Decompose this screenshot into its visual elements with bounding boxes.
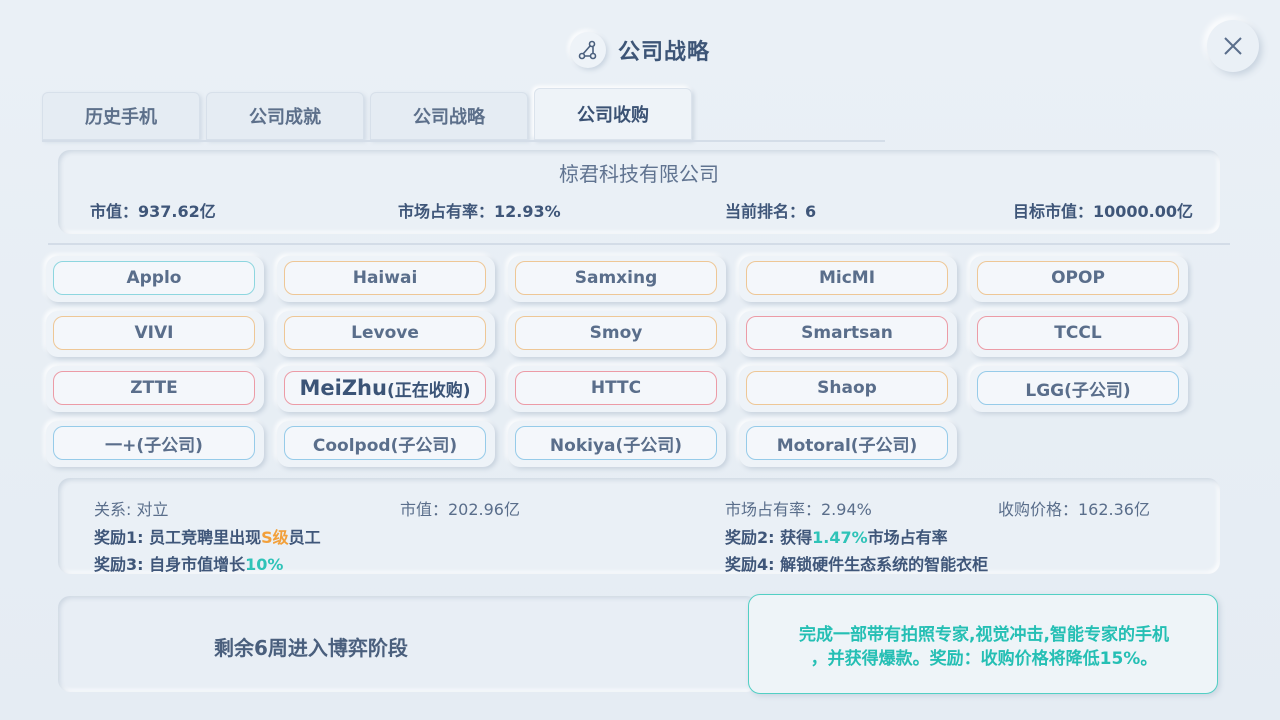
company-label: Smoy <box>515 316 717 350</box>
company-card-applo[interactable]: Applo <box>46 256 264 302</box>
tab-bar: 历史手机 公司成就 公司战略 公司收购 <box>42 88 692 140</box>
reward-1-highlight: S级 <box>261 528 289 547</box>
task-description: 完成一部带有拍照专家,视觉冲击,智能专家的手机 ，并获得爆款。奖励：收购价格将降… <box>759 623 1209 671</box>
acquiring-status: (正在收购) <box>386 380 471 401</box>
company-label: Motoral(子公司) <box>746 426 948 460</box>
reward-1-suffix: 员工 <box>288 528 321 547</box>
reward-2: 奖励2: 获得1.47%市场占有率 <box>725 524 948 548</box>
page-title: 公司战略 <box>617 40 710 65</box>
reward-2-suffix: 市场占有率 <box>867 528 948 547</box>
close-icon <box>1224 37 1242 55</box>
company-label: OPOP <box>977 261 1179 295</box>
reward-2-highlight: 1.47% <box>812 528 868 547</box>
target-market-value: 目标市值：10000.00亿 <box>1013 202 1194 221</box>
reward-2-text: 奖励2: 获得 <box>725 528 813 547</box>
company-label: Samxing <box>515 261 717 295</box>
company-label: Shaop <box>746 371 948 405</box>
company-label: 一+(子公司) <box>53 426 255 460</box>
reward-1: 奖励1: 员工竞聘里出现S级员工 <box>94 524 321 548</box>
current-rank: 当前排名：6 <box>725 202 817 221</box>
reward-4: 奖励4: 解锁硬件生态系统的智能衣柜 <box>725 555 989 574</box>
company-card-coolpod[interactable]: Coolpod(子公司) <box>277 421 495 467</box>
acquisition-price: 收购价格：162.36亿 <box>998 500 1150 519</box>
company-label: Coolpod(子公司) <box>284 426 486 460</box>
reward-3-highlight: 10% <box>245 555 284 574</box>
task-line-2: ，并获得爆款。奖励：收购价格将降低15%。 <box>810 649 1158 669</box>
company-card-httc[interactable]: HTTC <box>508 366 726 412</box>
company-name-text: MeiZhu <box>299 376 387 400</box>
company-label: LGG(子公司) <box>977 371 1179 405</box>
tab-underline <box>42 140 885 142</box>
company-label: VIVI <box>53 316 255 350</box>
tab-company-acquisition[interactable]: 公司收购 <box>534 88 692 140</box>
target-market-value: 市值：202.96亿 <box>400 500 520 519</box>
company-card-motoral[interactable]: Motoral(子公司) <box>739 421 957 467</box>
company-card-tccl[interactable]: TCCL <box>970 311 1188 357</box>
company-card-shaop[interactable]: Shaop <box>739 366 957 412</box>
reward-3-text: 奖励3: 自身市值增长 <box>94 555 246 574</box>
tab-company-achievements[interactable]: 公司成就 <box>206 92 364 140</box>
phase-panel: 剩余6周进入博弈阶段 <box>58 596 758 692</box>
company-card-smoy[interactable]: Smoy <box>508 311 726 357</box>
company-label: MicMI <box>746 261 948 295</box>
company-card-nokiya[interactable]: Nokiya(子公司) <box>508 421 726 467</box>
company-label: TCCL <box>977 316 1179 350</box>
tab-history-phones[interactable]: 历史手机 <box>42 92 200 140</box>
company-card-ztte[interactable]: ZTTE <box>46 366 264 412</box>
divider <box>48 243 1230 245</box>
company-label: ZTTE <box>53 371 255 405</box>
company-card-lgg[interactable]: LGG(子公司) <box>970 366 1188 412</box>
market-value: 市值：937.62亿 <box>90 202 216 221</box>
company-card-micmi[interactable]: MicMI <box>739 256 957 302</box>
company-card-smartsan[interactable]: Smartsan <box>739 311 957 357</box>
company-card-oneplus[interactable]: 一+(子公司) <box>46 421 264 467</box>
company-card-haiwai[interactable]: Haiwai <box>277 256 495 302</box>
strategy-icon <box>569 32 606 68</box>
acquisition-screen: 公司战略 历史手机 公司成就 公司战略 公司收购 椋君科技有限公司 市值：937… <box>0 0 1280 720</box>
company-card-opop[interactable]: OPOP <box>970 256 1188 302</box>
company-card-meizhu[interactable]: MeiZhu (正在收购) <box>277 366 495 412</box>
header: 公司战略 <box>0 28 1280 72</box>
company-label: HTTC <box>515 371 717 405</box>
company-card-levove[interactable]: Levove <box>277 311 495 357</box>
relation: 关系: 对立 <box>94 500 169 519</box>
company-name: 椋君科技有限公司 <box>559 162 719 186</box>
acquisition-detail-panel: 关系: 对立 市值：202.96亿 市场占有率：2.94% 收购价格：162.3… <box>58 478 1220 574</box>
company-label: Applo <box>53 261 255 295</box>
company-card-vivi[interactable]: VIVI <box>46 311 264 357</box>
close-button[interactable] <box>1207 20 1259 72</box>
company-info-panel: 椋君科技有限公司 市值：937.62亿 市场占有率：12.93% 当前排名：6 … <box>58 150 1220 234</box>
company-label: Levove <box>284 316 486 350</box>
reward-3: 奖励3: 自身市值增长10% <box>94 551 283 575</box>
tab-company-strategy[interactable]: 公司战略 <box>370 92 528 140</box>
phase-countdown: 剩余6周进入博弈阶段 <box>214 636 408 660</box>
company-label: Nokiya(子公司) <box>515 426 717 460</box>
reward-1-text: 奖励1: 员工竞聘里出现 <box>94 528 262 547</box>
market-share: 市场占有率：12.93% <box>398 202 561 221</box>
task-line-1: 完成一部带有拍照专家,视觉冲击,智能专家的手机 <box>799 625 1169 645</box>
target-market-share: 市场占有率：2.94% <box>725 500 872 519</box>
company-card-samxing[interactable]: Samxing <box>508 256 726 302</box>
discount-task-panel: 完成一部带有拍照专家,视觉冲击,智能专家的手机 ，并获得爆款。奖励：收购价格将降… <box>748 594 1218 694</box>
company-label: Smartsan <box>746 316 948 350</box>
company-label-acquiring: MeiZhu (正在收购) <box>284 371 486 405</box>
company-label: Haiwai <box>284 261 486 295</box>
